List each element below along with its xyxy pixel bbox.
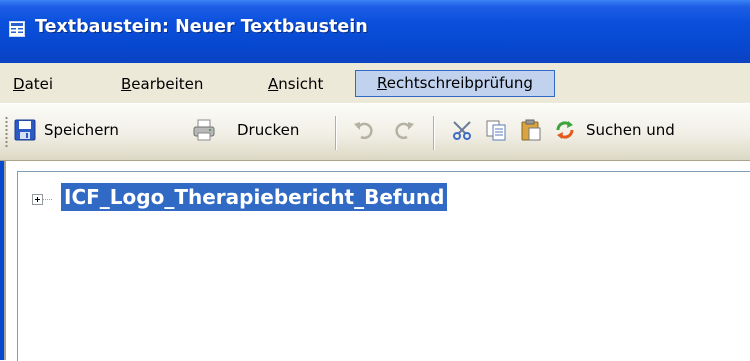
content-area: ICF_Logo_Therapiebericht_Befund	[0, 161, 750, 361]
document-window-icon	[9, 21, 25, 37]
window-inner-border	[4, 161, 6, 360]
copy-icon[interactable]	[484, 118, 508, 142]
toolbar-separator	[433, 116, 434, 150]
undo-icon[interactable]	[352, 118, 376, 142]
toolbar-separator	[335, 116, 336, 150]
window-title: Textbaustein: Neuer Textbaustein	[35, 17, 368, 37]
paste-icon[interactable]	[519, 118, 543, 142]
menu-bar: Datei Bearbeiten Ansicht Rechtschreibprü…	[0, 63, 750, 103]
toolbar: Speichern Drucken Suchen und	[0, 103, 750, 161]
tree-view[interactable]: ICF_Logo_Therapiebericht_Befund	[17, 171, 750, 361]
print-icon	[193, 119, 215, 141]
textbaustein-window: Textbaustein: Neuer Textbaustein Datei B…	[0, 0, 750, 361]
search-button[interactable]: Suchen und	[586, 118, 750, 146]
menu-ansicht[interactable]: Ansicht	[268, 72, 323, 96]
tree-connector	[43, 199, 53, 200]
menu-bearbeiten[interactable]: Bearbeiten	[121, 72, 203, 96]
menu-datei[interactable]: Datei	[13, 72, 53, 96]
menu-rechtschreibpruefung[interactable]: Rechtschreibprüfung	[355, 70, 555, 97]
toolbar-grip[interactable]	[5, 116, 8, 148]
title-bar[interactable]: Textbaustein: Neuer Textbaustein	[0, 0, 750, 63]
print-button[interactable]: Drucken	[192, 118, 322, 146]
expand-plus-icon[interactable]	[32, 194, 43, 205]
tree-node-root[interactable]: ICF_Logo_Therapiebericht_Befund	[61, 183, 448, 211]
save-button[interactable]: Speichern	[13, 118, 163, 146]
save-icon	[14, 119, 36, 141]
save-label: Speichern	[44, 121, 119, 139]
redo-icon[interactable]	[392, 118, 416, 142]
print-label: Drucken	[237, 121, 300, 139]
search-label: Suchen und	[586, 121, 675, 139]
search-replace-icon[interactable]	[553, 118, 577, 142]
cut-icon[interactable]	[450, 118, 474, 142]
